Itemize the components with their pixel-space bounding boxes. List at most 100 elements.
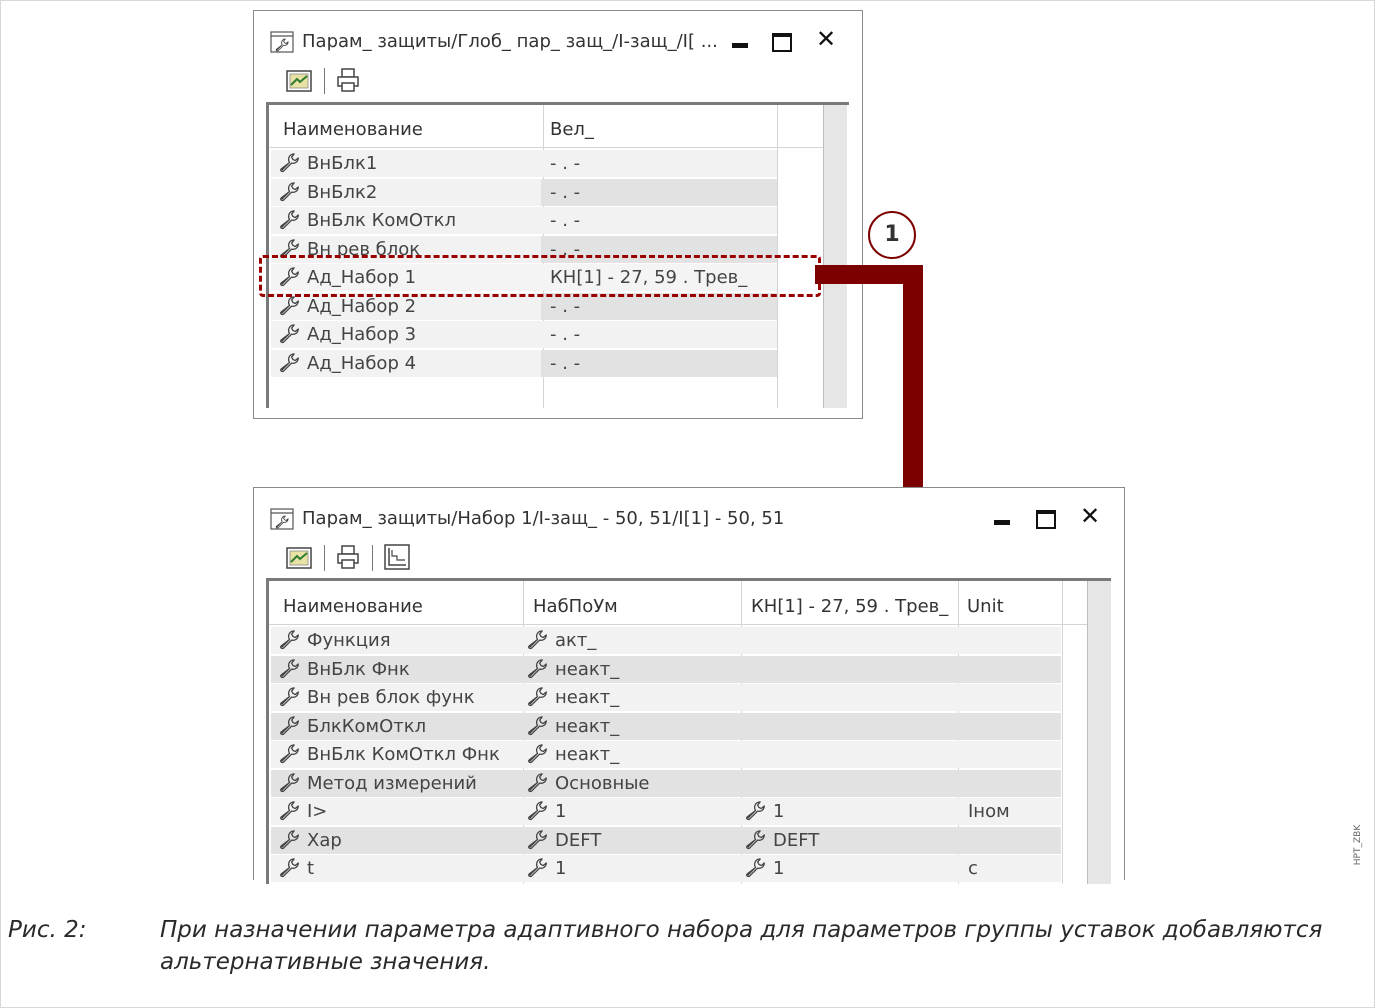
wrench-icon (279, 742, 301, 764)
print-icon[interactable] (336, 544, 360, 570)
unit-value[interactable] (968, 741, 1060, 768)
cell-text: DEFT (773, 829, 820, 851)
cell-text: Метод измерений (307, 772, 477, 794)
chart-icon[interactable] (384, 544, 410, 570)
unit-value[interactable]: Iном (968, 798, 1060, 825)
unit-value[interactable]: с (968, 855, 1060, 882)
wrench-icon (279, 799, 301, 821)
adaptive-value[interactable] (745, 713, 957, 740)
default-value[interactable]: Основные (527, 770, 741, 797)
wrench-icon (527, 799, 549, 821)
cell-text: Основные (555, 772, 650, 794)
toolbar-separator (324, 545, 325, 571)
wrench-icon (279, 856, 301, 878)
table-row[interactable]: t 1 1 с (271, 855, 1061, 882)
column-header-name[interactable]: Наименование (283, 596, 423, 617)
set-param-icon[interactable] (286, 546, 312, 570)
table-row[interactable]: Хар DEFT DEFT (271, 826, 1061, 854)
cell-text: Iном (968, 801, 1010, 822)
close-icon[interactable]: ✕ (1080, 502, 1100, 530)
parameter-name[interactable]: ВнБлк КомОткл Фнк (279, 741, 523, 768)
wrench-icon (745, 856, 767, 878)
side-code: HPT_ZBK (1353, 824, 1364, 866)
table-row[interactable]: БлкКомОткл неакт_ (271, 712, 1061, 740)
parameter-name[interactable]: Функция (279, 627, 523, 654)
wrench-icon (527, 771, 549, 793)
cell-text: неакт_ (555, 715, 620, 737)
default-value[interactable]: неакт_ (527, 713, 741, 740)
minimize-icon[interactable] (994, 510, 1010, 525)
unit-value[interactable] (968, 627, 1060, 654)
wrench-icon (527, 685, 549, 707)
table-row[interactable]: Функция акт_ (271, 627, 1061, 654)
wrench-icon (527, 742, 549, 764)
table-row[interactable]: ВнБлк КомОткл Фнк неакт_ (271, 741, 1061, 768)
column-header-adaptive[interactable]: КН[1] - 27, 59 . Трев_ (751, 596, 948, 617)
table-row[interactable]: I> 1 1 Iном (271, 798, 1061, 825)
unit-value[interactable] (968, 713, 1060, 740)
adaptive-value[interactable] (745, 627, 957, 654)
cell-text: неакт_ (555, 744, 620, 765)
default-value[interactable]: неакт_ (527, 656, 741, 683)
figure-caption-label: Рис. 2: (8, 917, 87, 943)
toolbar-separator (372, 545, 373, 571)
column-header-unit[interactable]: Unit (967, 596, 1004, 617)
default-value[interactable]: 1 (527, 798, 741, 825)
wrench-icon (279, 828, 301, 850)
parameter-name[interactable]: ВнБлк Фнк (279, 656, 523, 683)
adaptive-value[interactable]: 1 (745, 855, 957, 882)
wrench-icon (279, 685, 301, 707)
cell-text: 1 (555, 801, 567, 822)
parameter-name[interactable]: t (279, 855, 523, 882)
parameter-name[interactable]: Хар (279, 827, 523, 854)
unit-value[interactable] (968, 656, 1060, 683)
adaptive-value[interactable]: DEFT (745, 827, 957, 854)
unit-value[interactable] (968, 770, 1060, 797)
parameter-name[interactable]: Метод измерений (279, 770, 523, 797)
wrench-window-icon (270, 508, 294, 530)
cell-text: Хар (307, 829, 342, 851)
vertical-scrollbar[interactable] (1087, 581, 1111, 884)
wrench-icon (279, 771, 301, 793)
bottom-window: Парам_ защиты/Набор 1/I-защ_ - 50, 51/I[… (253, 487, 1125, 884)
adaptive-value[interactable] (745, 741, 957, 768)
parameter-grid: Наименование НабПоУм КН[1] - 27, 59 . Тр… (266, 578, 1111, 884)
cell-text: с (968, 858, 978, 879)
wrench-icon (527, 828, 549, 850)
cell-text: ВнБлк КомОткл Фнк (307, 744, 500, 765)
parameter-name[interactable]: БлкКомОткл (279, 713, 523, 740)
cell-text: ВнБлк Фнк (307, 658, 410, 680)
default-value[interactable]: 1 (527, 855, 741, 882)
default-value[interactable]: неакт_ (527, 741, 741, 768)
adaptive-value[interactable]: 1 (745, 798, 957, 825)
maximize-icon[interactable] (1036, 510, 1056, 529)
column-header-default[interactable]: НабПоУм (533, 596, 618, 617)
parameter-name[interactable]: Вн рев блок функ (279, 684, 523, 711)
table-row[interactable]: Метод измерений Основные (271, 769, 1061, 797)
adaptive-value[interactable] (745, 656, 957, 683)
unit-value[interactable] (968, 827, 1060, 854)
cell-text: Функция (307, 630, 391, 651)
table-row[interactable]: Вн рев блок функ неакт_ (271, 684, 1061, 711)
figure-caption-text: При назначении параметра адаптивного наб… (160, 917, 1323, 975)
wrench-icon (745, 828, 767, 850)
wrench-icon (527, 628, 549, 650)
cell-text: неакт_ (555, 687, 620, 708)
wrench-icon (745, 799, 767, 821)
column-divider (1062, 581, 1063, 884)
default-value[interactable]: DEFT (527, 827, 741, 854)
cell-text: Вн рев блок функ (307, 687, 475, 708)
cell-text: DEFT (555, 829, 602, 851)
wrench-icon (279, 657, 301, 679)
adaptive-value[interactable] (745, 770, 957, 797)
unit-value[interactable] (968, 684, 1060, 711)
table-row[interactable]: ВнБлк Фнк неакт_ (271, 655, 1061, 683)
parameter-name[interactable]: I> (279, 798, 523, 825)
wrench-icon (527, 714, 549, 736)
wrench-icon (279, 714, 301, 736)
default-value[interactable]: акт_ (527, 627, 741, 654)
wrench-icon (527, 657, 549, 679)
cell-text: 1 (773, 858, 785, 879)
adaptive-value[interactable] (745, 684, 957, 711)
default-value[interactable]: неакт_ (527, 684, 741, 711)
